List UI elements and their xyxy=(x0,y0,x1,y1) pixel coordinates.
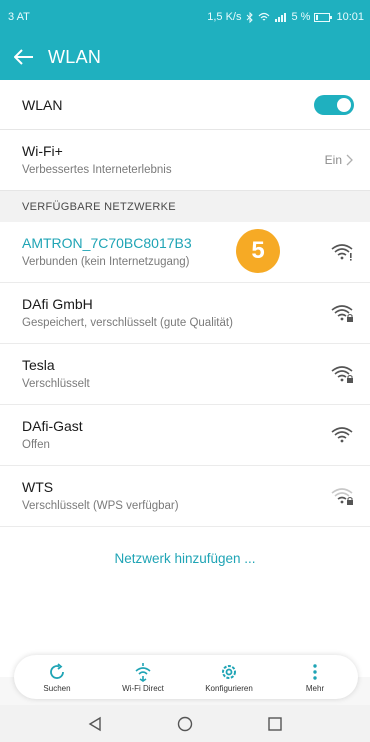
network-texts: Tesla Verschlüsselt xyxy=(22,356,330,392)
wifi-plus-state: Ein xyxy=(324,153,342,167)
toggle-knob xyxy=(337,97,351,112)
wifi-lock-weak-icon xyxy=(331,488,353,505)
wifi-warning-icon xyxy=(331,244,353,261)
settings-content: WLAN Wi-Fi+ Verbessertes Interneterlebni… xyxy=(0,80,370,677)
bluetooth-icon xyxy=(246,11,253,23)
wifi-plus-row[interactable]: Wi-Fi+ Verbessertes Interneterlebnis Ein xyxy=(0,130,370,190)
status-bar: 3 AT 1,5 K/s 5 % 10:01 xyxy=(0,0,370,34)
network-status: Offen xyxy=(22,439,50,451)
square-recents-icon xyxy=(268,716,282,731)
network-list: AMTRON_7C70BC8017B3 Verbunden (kein Inte… xyxy=(0,222,370,527)
tab-wifi-direct[interactable]: Wi-Fi Direct xyxy=(103,662,183,693)
wifi-plus-subtitle: Verbessertes Interneterlebnis xyxy=(22,164,172,176)
network-status: Verschlüsselt xyxy=(22,378,90,390)
wifi-lock-icon xyxy=(331,366,353,383)
wifi-plus-title: Wi-Fi+ xyxy=(22,143,63,159)
network-texts: DAfi GmbH Gespeichert, verschlüsselt (gu… xyxy=(22,295,330,331)
wifi-plus-value: Ein xyxy=(325,153,354,167)
tab-konfigurieren[interactable]: Konfigurieren xyxy=(189,662,269,693)
tab-label: Suchen xyxy=(43,683,71,693)
clock: 10:01 xyxy=(336,11,364,23)
network-item-amtron[interactable]: AMTRON_7C70BC8017B3 Verbunden (kein Inte… xyxy=(0,222,370,283)
page-title: WLAN xyxy=(48,46,102,67)
nav-back-button[interactable] xyxy=(85,714,105,734)
gear-icon xyxy=(222,664,236,679)
wifi-icon xyxy=(331,427,353,443)
nav-home-button[interactable] xyxy=(175,714,195,734)
tab-suchen[interactable]: Suchen xyxy=(17,662,97,693)
tab-mehr[interactable]: Mehr xyxy=(275,662,355,693)
add-network-button[interactable]: Netzwerk hinzufügen ... xyxy=(0,527,370,589)
network-name: DAfi-Gast xyxy=(22,418,83,434)
network-texts: AMTRON_7C70BC8017B3 Verbunden (kein Inte… xyxy=(22,234,330,270)
signal-icon xyxy=(274,13,286,22)
network-item-tesla[interactable]: Tesla Verschlüsselt xyxy=(0,344,370,405)
circle-home-icon xyxy=(177,716,193,731)
network-name: Tesla xyxy=(22,357,55,373)
wifi-direct-icon xyxy=(135,662,151,682)
tab-label: Wi-Fi Direct xyxy=(122,683,164,693)
back-button[interactable] xyxy=(0,34,48,80)
network-status: Verschlüsselt (WPS verfügbar) xyxy=(22,500,179,512)
more-vertical-icon xyxy=(313,663,317,680)
wifi-status-icon xyxy=(258,12,269,21)
network-speed: 1,5 K/s xyxy=(207,11,242,23)
wifi-lock-icon xyxy=(331,305,353,322)
network-name: WTS xyxy=(22,479,54,495)
battery-percent: 5 % xyxy=(291,11,311,23)
nav-recents-button[interactable] xyxy=(265,714,285,734)
network-item-dafi-gast[interactable]: DAfi-Gast Offen xyxy=(0,405,370,466)
carrier-label: 3 AT xyxy=(8,11,30,23)
tab-label: Mehr xyxy=(305,683,325,693)
network-texts: DAfi-Gast Offen xyxy=(22,417,330,453)
app-bar: WLAN xyxy=(0,34,370,80)
tab-label: Konfigurieren xyxy=(205,683,253,693)
network-texts: WTS Verschlüsselt (WPS verfügbar) xyxy=(22,478,330,514)
wifi-plus-texts: Wi-Fi+ Verbessertes Interneterlebnis xyxy=(22,142,325,178)
network-status: Verbunden (kein Internetzugang) xyxy=(22,256,190,268)
refresh-icon xyxy=(50,662,64,679)
bottom-action-bar: Suchen Wi-Fi Direct Konfigurieren Mehr xyxy=(14,655,358,699)
step-badge: 5 xyxy=(236,229,280,273)
wlan-label: WLAN xyxy=(22,96,63,113)
triangle-back-icon xyxy=(88,716,101,731)
network-item-dafi-gmbh[interactable]: DAfi GmbH Gespeichert, verschlüsselt (gu… xyxy=(0,283,370,344)
network-status: Gespeichert, verschlüsselt (gute Qualitä… xyxy=(22,317,233,329)
arrow-left-icon xyxy=(14,49,33,65)
wlan-toggle-row[interactable]: WLAN xyxy=(0,80,370,130)
network-name: AMTRON_7C70BC8017B3 xyxy=(22,235,192,251)
battery-icon xyxy=(314,12,333,22)
system-nav-bar xyxy=(0,705,370,742)
status-right: 1,5 K/s 5 % 10:01 xyxy=(207,11,364,23)
wlan-toggle[interactable] xyxy=(314,94,354,115)
available-networks-header: VERFÜGBARE NETZWERKE xyxy=(0,190,370,222)
network-item-wts[interactable]: WTS Verschlüsselt (WPS verfügbar) xyxy=(0,466,370,527)
chevron-right-icon xyxy=(346,154,353,166)
network-name: DAfi GmbH xyxy=(22,296,93,312)
